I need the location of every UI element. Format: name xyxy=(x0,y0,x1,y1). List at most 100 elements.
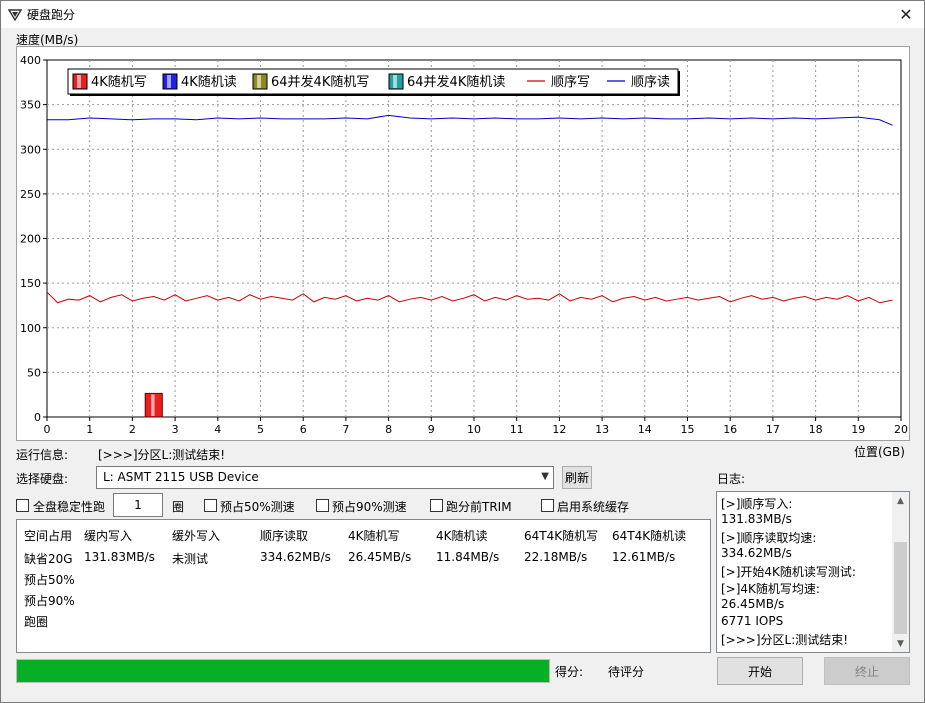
trim-checkbox[interactable] xyxy=(430,499,443,512)
x-tick-label: 2 xyxy=(129,423,136,436)
scroll-up-icon[interactable]: ▲ xyxy=(892,492,909,509)
results-row-label: 跑圈 xyxy=(24,615,49,629)
log-line: [>]开始4K随机读写测试: xyxy=(721,565,856,579)
log-scrollbar[interactable]: ▲ ▼ xyxy=(892,492,909,652)
y-tick-label: 200 xyxy=(20,233,41,246)
x-tick-label: 3 xyxy=(172,423,179,436)
x-tick-label: 20 xyxy=(894,423,908,436)
scroll-down-icon[interactable]: ▼ xyxy=(892,635,909,652)
progress-fill xyxy=(17,660,549,682)
log-line: 26.45MB/s xyxy=(721,597,785,611)
x-tick-label: 15 xyxy=(681,423,695,436)
stop-button[interactable]: 终止 xyxy=(824,657,910,685)
full-disk-checkbox[interactable] xyxy=(16,499,29,512)
y-tick-label: 300 xyxy=(20,143,41,156)
log-line: [>>>]分区L:测试结束! xyxy=(721,633,849,647)
legend-swatch-highlight xyxy=(393,75,397,88)
results-cell: 未测试 xyxy=(172,552,209,566)
y-tick-label: 0 xyxy=(34,411,41,424)
results-cell: 334.62MB/s xyxy=(260,550,331,564)
legend-label: 顺序读 xyxy=(631,75,670,90)
chevron-down-icon: ▼ xyxy=(541,471,549,482)
title-bar: 硬盘跑分 ✕ xyxy=(1,1,924,28)
loop-count-input[interactable]: 1 xyxy=(113,493,163,517)
results-row-label: 预占50% xyxy=(24,573,75,587)
trim-label: 跑分前TRIM xyxy=(446,500,512,514)
close-icon: ✕ xyxy=(899,5,913,24)
results-header: 缓外写入 xyxy=(172,529,221,543)
pre50-checkbox[interactable] xyxy=(204,499,217,512)
y-tick-label: 100 xyxy=(20,322,41,335)
x-tick-label: 19 xyxy=(851,423,865,436)
y-tick-label: 400 xyxy=(20,54,41,67)
log-line: [>]顺序读取均速: xyxy=(721,531,817,545)
disk-select-value: L: ASMT 2115 USB Device xyxy=(103,470,259,484)
results-cell: 11.84MB/s xyxy=(436,550,500,564)
score-value: 待评分 xyxy=(608,665,645,679)
refresh-button[interactable]: 刷新 xyxy=(562,466,592,489)
log-line: 334.62MB/s xyxy=(721,546,792,560)
close-button[interactable]: ✕ xyxy=(888,1,924,28)
log-line: 131.83MB/s xyxy=(721,512,792,526)
full-disk-label: 全盘稳定性跑 xyxy=(33,500,106,514)
results-table: 空间占用 缓内写入 缓外写入 顺序读取 4K随机写 4K随机读 64T4K随机写… xyxy=(16,519,711,653)
results-header: 空间占用 xyxy=(24,529,73,543)
cache-label: 启用系统缓存 xyxy=(557,500,630,514)
bar-highlight xyxy=(151,394,155,416)
y-tick-label: 350 xyxy=(20,99,41,112)
pre50-label: 预占50%测速 xyxy=(220,500,295,514)
legend-label: 64并发4K随机读 xyxy=(407,74,505,90)
x-tick-label: 9 xyxy=(428,423,435,436)
legend-swatch-highlight xyxy=(77,75,81,88)
x-tick-label: 13 xyxy=(595,423,609,436)
results-header: 顺序读取 xyxy=(260,529,309,543)
log-line: [>]4K随机写均速: xyxy=(721,582,820,596)
x-tick-label: 10 xyxy=(467,423,481,436)
speed-chart: 0 1 2 3 4 5 6 7 8 9 10 11 12 13 14 15 16 17 18 19 20 0 50 100 15… xyxy=(16,46,910,441)
window-title: 硬盘跑分 xyxy=(27,8,76,22)
results-cell: 26.45MB/s xyxy=(348,550,412,564)
legend-swatch-highlight xyxy=(167,75,171,88)
x-tick-label: 6 xyxy=(300,423,307,436)
x-tick-label: 0 xyxy=(44,423,51,436)
score-label: 得分: xyxy=(555,665,584,679)
disk-select[interactable]: L: ASMT 2115 USB Device ▼ xyxy=(96,466,554,489)
results-cell: 缺省20G xyxy=(24,552,73,566)
x-tick-label: 16 xyxy=(723,423,737,436)
loop-unit-label: 圈 xyxy=(172,500,185,514)
disk-select-label: 选择硬盘: xyxy=(16,472,69,486)
legend-label: 4K随机读 xyxy=(181,75,237,90)
y-tick-label: 50 xyxy=(27,366,41,379)
x-tick-label: 14 xyxy=(638,423,652,436)
results-cell: 131.83MB/s xyxy=(84,550,155,564)
log-label: 日志: xyxy=(717,472,746,486)
legend-label: 顺序写 xyxy=(551,75,590,90)
log-line: 6771 IOPS xyxy=(721,614,784,628)
x-tick-label: 4 xyxy=(214,423,221,436)
x-tick-label: 17 xyxy=(766,423,780,436)
app-window: 硬盘跑分 ✕ 速度(MB/s) 0 1 2 3 4 5 6 7 8 9 10 11 12 13 14 15 16… xyxy=(0,0,925,703)
cache-checkbox[interactable] xyxy=(541,499,554,512)
results-header: 4K随机写 xyxy=(348,529,400,543)
start-button[interactable]: 开始 xyxy=(717,657,803,685)
x-tick-label: 7 xyxy=(342,423,349,436)
log-scrollbar-thumb[interactable] xyxy=(894,542,907,634)
x-tick-label: 8 xyxy=(385,423,392,436)
x-tick-label: 11 xyxy=(510,423,524,436)
app-logo-icon xyxy=(8,9,22,22)
progress-bar xyxy=(16,659,550,683)
x-tick-label: 5 xyxy=(257,423,264,436)
results-row-label: 预占90% xyxy=(24,594,75,608)
x-tick-label: 12 xyxy=(552,423,566,436)
status-text: [>>>]分区L:测试结束! xyxy=(98,448,226,462)
y-tick-label: 150 xyxy=(20,277,41,290)
chart-x-axis-title: 位置(GB) xyxy=(854,445,905,459)
speed-chart-svg: 0 1 2 3 4 5 6 7 8 9 10 11 12 13 14 15 16 17 18 19 2005010015… xyxy=(20,54,908,436)
results-header: 缓内写入 xyxy=(84,529,133,543)
log-line: [>]顺序写入: xyxy=(721,497,793,511)
legend-label: 4K随机写 xyxy=(91,75,147,90)
results-header: 64T4K随机写 xyxy=(524,529,599,543)
pre90-checkbox[interactable] xyxy=(316,499,329,512)
log-panel[interactable]: [>]顺序写入: 131.83MB/s [>]顺序读取均速: 334.62MB/… xyxy=(716,491,910,653)
legend-swatch-highlight xyxy=(257,75,261,88)
